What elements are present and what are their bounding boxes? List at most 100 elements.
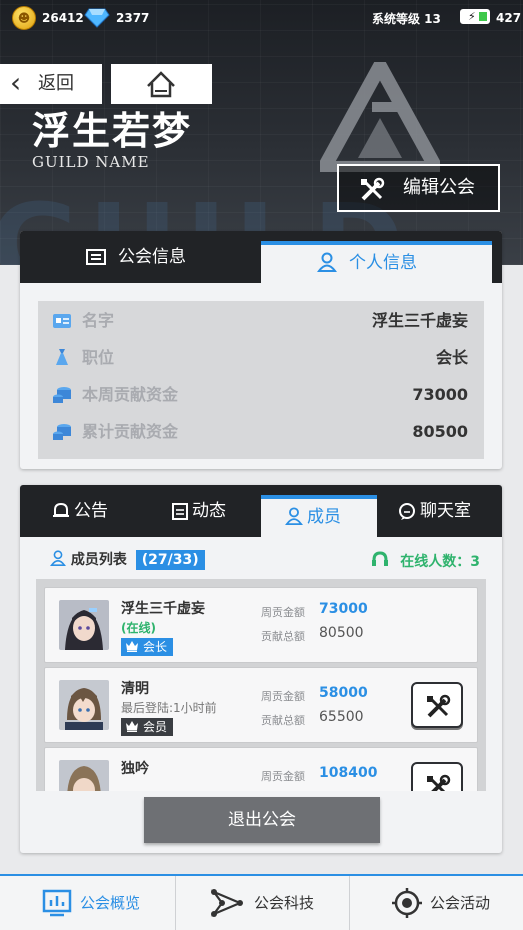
role-label: 会长	[143, 640, 168, 654]
info-row-position: 职位 会长	[52, 340, 468, 376]
role-badge: 会员	[121, 718, 174, 736]
tab-members[interactable]: 成员	[261, 495, 377, 537]
total-value: 80500	[319, 625, 364, 641]
weekly-contribution: 周贡金额 58000	[261, 685, 368, 704]
nav-label: 公会活动	[430, 894, 491, 912]
tab-personal-info-label: 个人信息	[349, 253, 417, 273]
weekly-value: 108400	[319, 765, 378, 781]
member-card[interactable]: 浮生三千虚妄 (在线) 会长 周贡金额 73000 贡献总额 80500	[44, 587, 478, 663]
manage-member-button[interactable]	[411, 762, 463, 791]
member-status: 最后登陆:1小时前	[121, 701, 217, 715]
info-row-weekly: 本周贡献资金 73000	[52, 377, 468, 413]
member-card[interactable]: 独吟 周贡金额 108400	[44, 747, 478, 791]
weekly-contribution: 周贡金额 108400	[261, 765, 377, 784]
coin-icon: ☻	[12, 6, 36, 30]
back-label: 返回	[38, 73, 74, 94]
person-icon	[317, 252, 337, 272]
tab-personal-info[interactable]: 个人信息	[261, 241, 492, 283]
guild-name: 浮生若梦	[32, 108, 193, 153]
home-button[interactable]	[111, 64, 212, 104]
online-count-label: 在线人数：3	[400, 554, 480, 570]
info-value: 会长	[435, 348, 468, 367]
info-panel: 公会信息 个人信息 名字 浮生三千虚妄 职位 会长 本周贡献资金 73000 累…	[20, 231, 502, 469]
member-card[interactable]: 清明 最后登陆:1小时前 会员 周贡金额 58000 贡献总额 65500	[44, 667, 478, 743]
member-avatar	[59, 680, 109, 730]
crown-icon	[126, 721, 138, 732]
member-list-header: 成员列表 (27/33)	[50, 549, 205, 570]
info-row-name: 名字 浮生三千虚妄	[52, 303, 468, 339]
back-button[interactable]: ‹ 返回	[0, 64, 102, 104]
info-value: 73000	[412, 385, 468, 404]
battery-value: 427	[496, 11, 522, 25]
personal-info-table: 名字 浮生三千虚妄 职位 会长 本周贡献资金 73000 累计贡献资金 8050…	[38, 301, 484, 459]
role-badge: 会长	[121, 638, 174, 656]
info-row-total: 累计贡献资金 80500	[52, 414, 468, 450]
nav-label: 公会概览	[80, 894, 141, 912]
members-panel: 公告 动态 成员 聊天室 成员列表 (27/33) 在线人数：3 浮生三千虚妄 …	[20, 485, 502, 853]
guild-subtitle: GUILD NAME	[32, 153, 150, 171]
total-label: 贡献总额	[261, 714, 305, 727]
network-icon	[210, 889, 243, 917]
coin-stack-icon	[53, 387, 71, 403]
total-contribution: 贡献总额 80500	[261, 625, 364, 644]
coin-stack-icon	[53, 424, 71, 440]
tab-guild-info[interactable]: 公会信息	[20, 231, 261, 283]
nav-guild-tech[interactable]: 公会科技	[175, 876, 349, 930]
info-label: 本周贡献资金	[82, 385, 179, 404]
member-avatar	[59, 760, 109, 791]
weekly-value: 58000	[319, 685, 368, 701]
member-name: 独吟	[121, 761, 149, 777]
bell-icon	[53, 502, 69, 517]
member-list-label: 成员列表	[70, 552, 127, 568]
tab-announcement[interactable]: 公告	[20, 485, 140, 537]
clipboard-icon	[172, 503, 188, 520]
person-icon	[285, 507, 303, 525]
headset-icon	[372, 551, 389, 566]
tab-chatroom[interactable]: 聊天室	[380, 485, 502, 537]
person-icon	[50, 550, 66, 566]
tie-icon	[56, 349, 68, 365]
tab-activity[interactable]: 动态	[140, 485, 260, 537]
nav-label: 公会科技	[254, 894, 315, 912]
info-value: 80500	[412, 422, 468, 441]
member-status: (在线)	[121, 621, 156, 635]
edit-guild-label: 编辑公会	[403, 177, 475, 198]
info-label: 累计贡献资金	[82, 422, 179, 441]
chart-monitor-icon	[42, 889, 72, 917]
diamond-icon	[84, 8, 110, 28]
total-value: 65500	[319, 709, 364, 725]
tools-icon	[427, 774, 451, 791]
member-list[interactable]: 浮生三千虚妄 (在线) 会长 周贡金额 73000 贡献总额 80500 清明 最后…	[36, 579, 486, 791]
info-tabbar: 公会信息 个人信息	[20, 231, 502, 283]
tab-announcement-label: 公告	[74, 501, 108, 521]
nav-guild-overview[interactable]: 公会概览	[0, 876, 175, 930]
bottom-nav: 公会概览 公会科技 公会活动	[0, 874, 523, 930]
status-bar: ☻ 26412 2377 系统等级 13 ⚡ 427	[0, 0, 523, 34]
info-label: 职位	[82, 348, 115, 367]
nav-guild-activity[interactable]: 公会活动	[349, 876, 523, 930]
member-name: 浮生三千虚妄	[121, 601, 205, 617]
weekly-label: 周贡金额	[261, 690, 305, 703]
tab-chatroom-label: 聊天室	[420, 501, 471, 521]
online-count: 在线人数：3	[371, 551, 480, 571]
total-label: 贡献总额	[261, 630, 305, 643]
role-label: 会员	[143, 720, 168, 734]
guild-logo-icon	[320, 62, 440, 172]
target-icon	[392, 888, 422, 918]
system-level: 系统等级 13	[372, 12, 441, 26]
edit-guild-button[interactable]: 编辑公会	[337, 164, 500, 212]
gem-count: 2377	[116, 11, 150, 25]
weekly-label: 周贡金额	[261, 606, 305, 619]
info-value: 浮生三千虚妄	[371, 311, 468, 330]
tools-icon	[427, 694, 451, 718]
tab-members-label: 成员	[307, 507, 341, 527]
info-label: 名字	[82, 311, 115, 330]
weekly-value: 73000	[319, 601, 368, 617]
crown-icon	[126, 641, 138, 652]
manage-member-button[interactable]	[411, 682, 463, 728]
total-contribution: 贡献总额 65500	[261, 709, 364, 728]
tab-activity-label: 动态	[192, 501, 226, 521]
quit-guild-button[interactable]: 退出公会	[144, 797, 380, 843]
weekly-label: 周贡金额	[261, 770, 305, 783]
id-card-icon	[86, 249, 106, 265]
